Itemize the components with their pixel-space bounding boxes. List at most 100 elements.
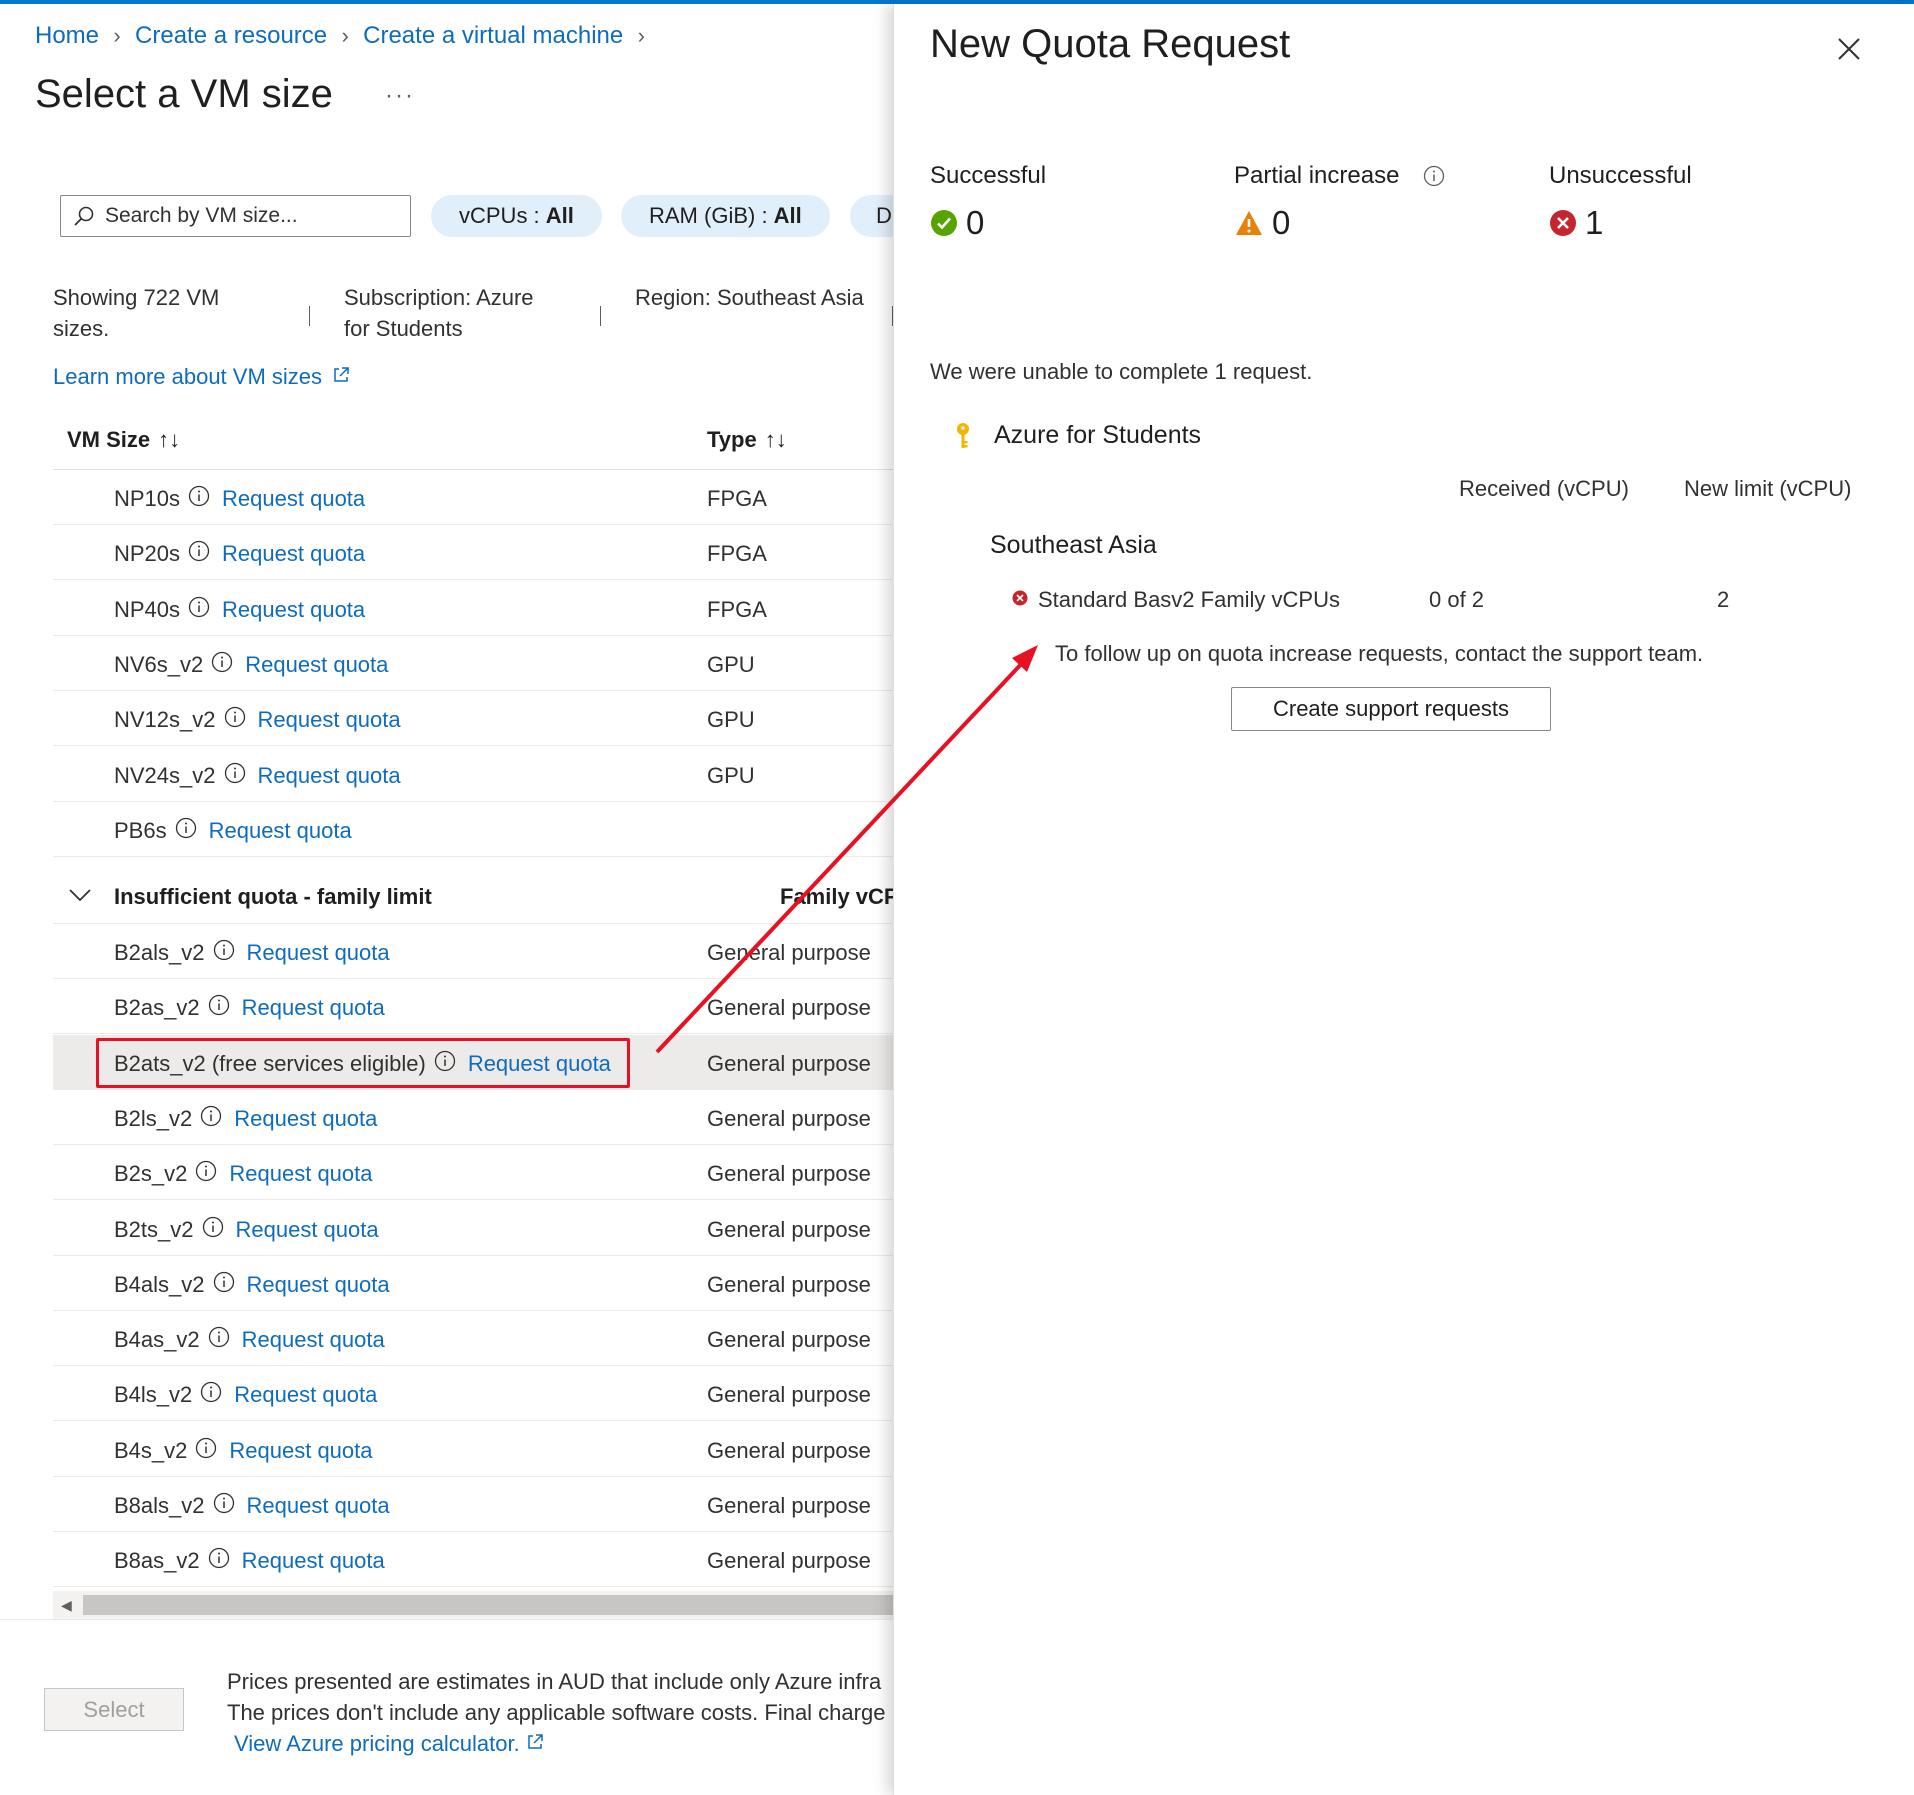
- filter-more-key: D: [876, 203, 892, 228]
- table-row[interactable]: NV6s_v2 Request quota GPU: [53, 636, 893, 691]
- request-quota-link[interactable]: Request quota: [258, 707, 401, 733]
- table-row[interactable]: NV12s_v2 Request quota GPU: [53, 691, 893, 747]
- column-header-type[interactable]: Type ↑↓: [707, 427, 787, 453]
- scroll-left-icon[interactable]: ◀: [61, 1597, 72, 1614]
- create-support-requests-button[interactable]: Create support requests: [1231, 687, 1551, 731]
- table-row[interactable]: PB6s Request quota: [53, 802, 893, 857]
- vm-type: General purpose: [707, 1327, 871, 1353]
- request-quota-link[interactable]: Request quota: [258, 763, 401, 789]
- group-header-insufficient-quota[interactable]: Insufficient quota - family limit Family…: [53, 868, 893, 924]
- info-icon[interactable]: [195, 1160, 217, 1188]
- info-icon[interactable]: [175, 817, 197, 845]
- info-icon[interactable]: [213, 1492, 235, 1520]
- info-icon[interactable]: [188, 596, 210, 624]
- select-button[interactable]: Select: [44, 1688, 184, 1731]
- table-row[interactable]: B4ls_v2 Request quota General purpose: [53, 1366, 893, 1422]
- request-quota-link[interactable]: Request quota: [242, 995, 385, 1021]
- table-row[interactable]: B2as_v2 Request quota General purpose: [53, 979, 893, 1035]
- more-options-icon[interactable]: ···: [385, 82, 415, 110]
- vm-size-cell: B4als_v2 Request quota: [114, 1271, 390, 1299]
- request-quota-link[interactable]: Request quota: [222, 597, 365, 623]
- info-icon[interactable]: [188, 540, 210, 568]
- info-icon[interactable]: [211, 651, 233, 679]
- request-quota-link[interactable]: Request quota: [247, 1272, 390, 1298]
- pricing-note-line-2: The prices don't include any applicable …: [227, 1700, 886, 1725]
- stat-partial-increase: Partial increase 0: [1234, 162, 1445, 242]
- info-icon[interactable]: [213, 1271, 235, 1299]
- pricing-calculator-link[interactable]: View Azure pricing calculator.: [234, 1731, 544, 1756]
- table-row[interactable]: B8als_v2 Request quota General purpose: [53, 1477, 893, 1532]
- vm-type: FPGA: [707, 541, 767, 567]
- learn-more-link[interactable]: Learn more about VM sizes: [53, 364, 350, 390]
- info-icon[interactable]: [195, 1437, 217, 1465]
- table-row[interactable]: B2ls_v2 Request quota General purpose: [53, 1090, 893, 1145]
- stat-value: 0: [966, 204, 985, 241]
- filter-ram[interactable]: RAM (GiB) : All: [621, 195, 830, 237]
- request-quota-link[interactable]: Request quota: [209, 818, 352, 844]
- sort-icon[interactable]: ↑↓: [158, 427, 180, 452]
- breadcrumb-create-resource[interactable]: Create a resource: [135, 22, 327, 49]
- sort-icon[interactable]: ↑↓: [765, 427, 787, 452]
- table-row[interactable]: NP40s Request quota FPGA: [53, 581, 893, 636]
- info-icon[interactable]: [224, 762, 246, 790]
- horizontal-scrollbar[interactable]: ◀: [53, 1591, 893, 1619]
- column-header-received: Received (vCPU): [1459, 476, 1629, 501]
- table-row[interactable]: B2s_v2 Request quota General purpose: [53, 1145, 893, 1201]
- request-quota-link[interactable]: Request quota: [234, 1106, 377, 1132]
- table-row[interactable]: NV24s_v2 Request quota GPU: [53, 747, 893, 802]
- stat-label: Successful: [930, 162, 1047, 189]
- request-quota-link[interactable]: Request quota: [242, 1548, 385, 1574]
- close-icon[interactable]: [1834, 34, 1864, 64]
- info-icon[interactable]: [434, 1050, 456, 1078]
- request-quota-link[interactable]: Request quota: [242, 1327, 385, 1353]
- table-row[interactable]: B8as_v2 Request quota General purpose: [53, 1532, 893, 1588]
- table-row[interactable]: B2ats_v2 (free services eligible) Request…: [53, 1034, 893, 1090]
- request-quota-link[interactable]: Request quota: [247, 1493, 390, 1519]
- vm-size-name: NV12s_v2: [114, 707, 216, 733]
- info-icon[interactable]: [213, 939, 235, 967]
- table-row[interactable]: B2ts_v2 Request quota General purpose: [53, 1201, 893, 1256]
- request-quota-link[interactable]: Request quota: [468, 1051, 611, 1077]
- request-quota-link[interactable]: Request quota: [234, 1382, 377, 1408]
- column-header-vm-size[interactable]: VM Size ↑↓: [67, 427, 180, 453]
- info-icon[interactable]: [208, 1326, 230, 1354]
- request-quota-link[interactable]: Request quota: [245, 652, 388, 678]
- request-quota-link[interactable]: Request quota: [229, 1161, 372, 1187]
- breadcrumb-home[interactable]: Home: [35, 22, 99, 49]
- table-row[interactable]: B2als_v2 Request quota General purpose: [53, 924, 893, 979]
- info-icon[interactable]: [224, 706, 246, 734]
- vm-type: General purpose: [707, 1105, 871, 1131]
- request-quota-link[interactable]: Request quota: [222, 486, 365, 512]
- info-icon[interactable]: [208, 994, 230, 1022]
- info-icon[interactable]: [200, 1381, 222, 1409]
- result-message: We were unable to complete 1 request.: [930, 359, 1313, 384]
- info-icon[interactable]: [1423, 165, 1445, 187]
- table-row[interactable]: B4als_v2 Request quota General purpose: [53, 1256, 893, 1311]
- info-icon[interactable]: [202, 1216, 224, 1244]
- filter-vcpus[interactable]: vCPUs : All: [431, 195, 602, 237]
- request-quota-link[interactable]: Request quota: [229, 1438, 372, 1464]
- request-quota-link[interactable]: Request quota: [222, 541, 365, 567]
- vm-size-name: NP10s: [114, 486, 181, 511]
- filter-more[interactable]: D: [850, 195, 893, 237]
- info-icon[interactable]: [188, 485, 210, 513]
- table-row[interactable]: B4s_v2 Request quota General purpose: [53, 1422, 893, 1477]
- breadcrumb-create-vm[interactable]: Create a virtual machine: [363, 22, 623, 49]
- table-row[interactable]: NP10s Request quota FPGA: [53, 470, 893, 525]
- vm-size-cell: NV24s_v2 Request quota: [114, 762, 401, 790]
- vm-size-name: B2als_v2: [114, 940, 205, 965]
- info-icon[interactable]: [208, 1547, 230, 1575]
- table-row[interactable]: NP20s Request quota FPGA: [53, 525, 893, 581]
- request-quota-link[interactable]: Request quota: [247, 940, 390, 966]
- info-icon[interactable]: [200, 1105, 222, 1133]
- vm-size-cell: NP10s Request quota: [114, 485, 365, 513]
- search-input[interactable]: [105, 204, 385, 228]
- info-divider: [309, 306, 310, 326]
- scrollbar-thumb[interactable]: [83, 1595, 893, 1615]
- filter-vcpus-key: vCPUs :: [459, 203, 540, 228]
- chevron-down-icon[interactable]: [69, 888, 91, 902]
- table-row[interactable]: B4as_v2 Request quota General purpose: [53, 1311, 893, 1367]
- vm-type: GPU: [707, 707, 755, 733]
- external-link-icon: [528, 1734, 543, 1749]
- request-quota-link[interactable]: Request quota: [236, 1217, 379, 1243]
